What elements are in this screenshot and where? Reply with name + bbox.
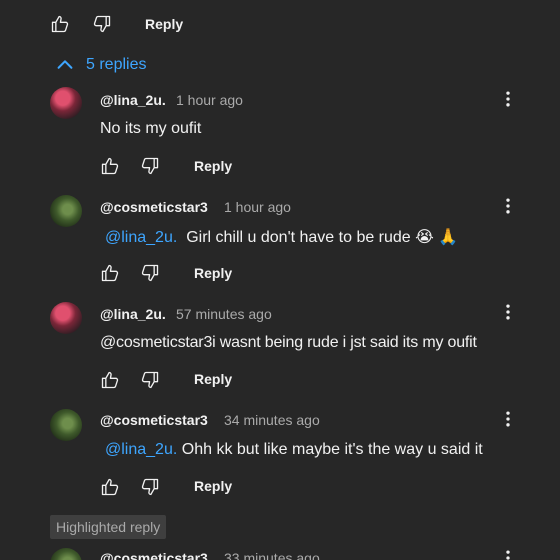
comment-text: No its my oufit: [100, 120, 201, 138]
thumbs-down-icon: [92, 14, 112, 34]
comment-time[interactable]: 1 hour ago: [176, 92, 243, 108]
thumbs-down-icon: [140, 263, 160, 283]
comment-author[interactable]: @cosmeticstar3: [100, 550, 208, 560]
comment-body: Girl chill u don't have to be rude 😭 🙏: [186, 229, 459, 246]
more-vert-icon: [498, 409, 518, 429]
comment-author[interactable]: @lina_2u.: [100, 306, 166, 322]
comment-time[interactable]: 57 minutes ago: [176, 306, 272, 322]
thumbs-down-icon: [140, 370, 160, 390]
comment-body: @cosmeticstar3i wasnt being rude i jst s…: [100, 334, 477, 351]
reply-button[interactable]: Reply: [145, 16, 183, 32]
dislike-button[interactable]: [138, 368, 162, 392]
mention-link[interactable]: @lina_2u.: [105, 441, 177, 458]
more-vert-icon: [498, 89, 518, 109]
thumbs-up-icon: [100, 370, 120, 390]
more-vert-icon: [498, 548, 518, 560]
like-button[interactable]: [48, 12, 72, 36]
cosmeticstar-avatar[interactable]: [50, 195, 82, 227]
comment-body: No its my oufit: [100, 120, 202, 137]
more-actions-button[interactable]: [496, 300, 520, 324]
dislike-button[interactable]: [138, 475, 162, 499]
thumbs-down-icon: [140, 477, 160, 497]
reply-button[interactable]: Reply: [194, 158, 232, 174]
comment-time[interactable]: 34 minutes ago: [224, 412, 320, 428]
replies-toggle-button[interactable]: 5 replies: [54, 52, 146, 78]
highlighted-reply-badge: Highlighted reply: [50, 515, 167, 539]
comment-body: Ohh kk but like maybe it's the way u sai…: [181, 441, 483, 458]
comment-text: @lina_2u. Ohh kk but like maybe it's the…: [105, 441, 483, 459]
dislike-button[interactable]: [138, 154, 162, 178]
like-button[interactable]: [98, 154, 122, 178]
dislike-button[interactable]: [90, 12, 114, 36]
thumbs-up-icon: [100, 263, 120, 283]
comment-time[interactable]: 1 hour ago: [224, 199, 291, 215]
reply-button[interactable]: Reply: [194, 478, 232, 494]
more-vert-icon: [498, 302, 518, 322]
comment-text: @lina_2u. Girl chill u don't have to be …: [105, 227, 458, 247]
reply-button[interactable]: Reply: [194, 265, 232, 281]
comment-text: @cosmeticstar3i wasnt being rude i jst s…: [100, 334, 477, 352]
chevron-up-icon: [57, 60, 73, 69]
comment-author[interactable]: @lina_2u.: [100, 92, 166, 108]
like-button[interactable]: [98, 475, 122, 499]
like-button[interactable]: [98, 261, 122, 285]
thumbs-up-icon: [100, 477, 120, 497]
thumbs-up-icon: [50, 14, 70, 34]
more-actions-button[interactable]: [496, 407, 520, 431]
more-vert-icon: [498, 196, 518, 216]
mention-link[interactable]: @lina_2u.: [105, 229, 177, 246]
comment-time[interactable]: 33 minutes ago: [224, 550, 320, 560]
thumbs-up-icon: [100, 156, 120, 176]
comment-author[interactable]: @cosmeticstar3: [100, 199, 208, 215]
replies-toggle-label: 5 replies: [86, 56, 147, 73]
dislike-button[interactable]: [138, 261, 162, 285]
cosmeticstar-avatar[interactable]: [50, 409, 82, 441]
more-actions-button[interactable]: [496, 194, 520, 218]
like-button[interactable]: [98, 368, 122, 392]
more-actions-button[interactable]: [496, 546, 520, 560]
lina-avatar[interactable]: [50, 302, 82, 334]
reply-button[interactable]: Reply: [194, 371, 232, 387]
comment-author[interactable]: @cosmeticstar3: [100, 412, 208, 428]
cosmeticstar-avatar[interactable]: [50, 548, 82, 560]
more-actions-button[interactable]: [496, 87, 520, 111]
lina-avatar[interactable]: [50, 87, 82, 119]
thumbs-down-icon: [140, 156, 160, 176]
